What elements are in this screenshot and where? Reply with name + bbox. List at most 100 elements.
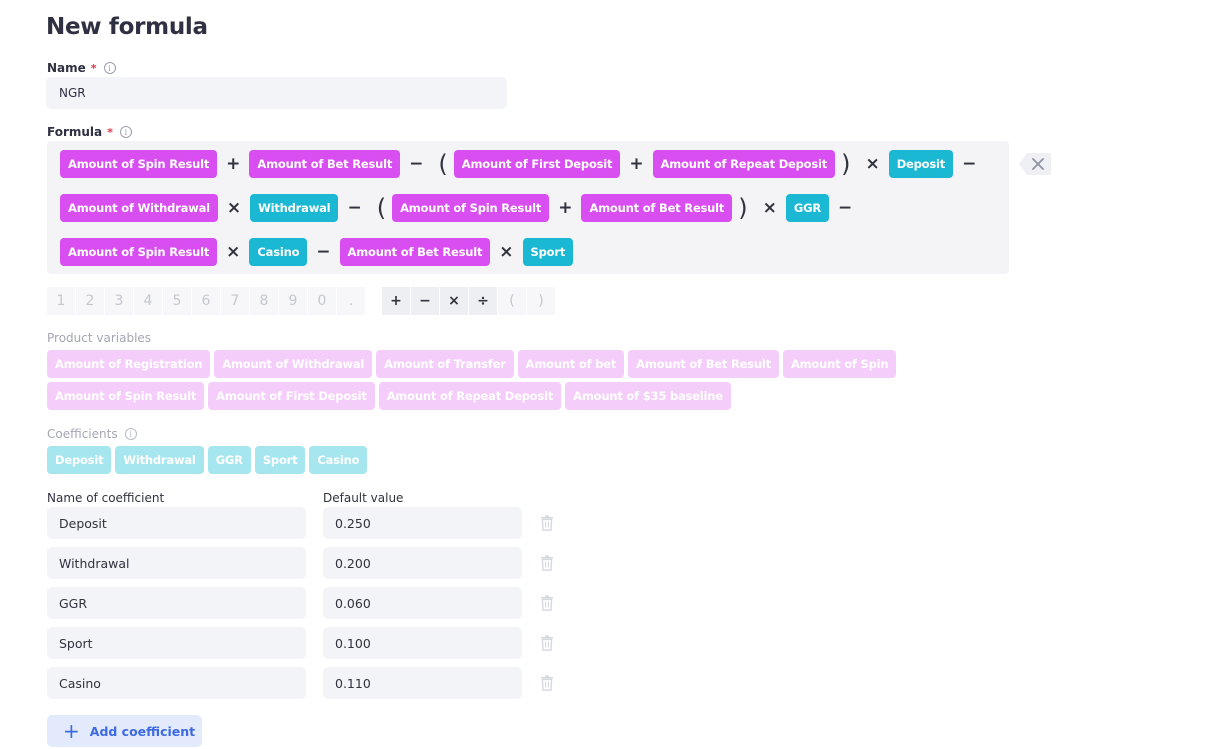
operator-token[interactable]: × [218,194,250,222]
variable-token[interactable]: Amount of Repeat Deposit [652,150,836,178]
coefficient-name-input[interactable] [47,627,306,659]
operator-key[interactable]: ÷ [469,287,498,315]
formula-label: Formula * i [47,125,132,139]
product-variable-chip[interactable]: Amount of Bet Result [628,350,779,378]
digit-keypad: 1234567890. [47,287,366,315]
coefficient-token[interactable]: Deposit [888,150,954,178]
formula-row: Amount of Spin Result + Amount of Bet Resu… [60,150,985,178]
digit-key[interactable]: 5 [163,287,192,315]
operator-token[interactable]: × [856,150,888,178]
paren-token[interactable]: ) [732,194,753,222]
delete-button[interactable] [540,595,554,611]
variable-token[interactable]: Amount of Withdrawal [60,194,218,222]
coefficient-name-input[interactable] [47,507,306,539]
variable-token[interactable]: Amount of Bet Result [249,150,401,178]
operator-key[interactable]: ( [498,287,527,315]
coefficient-name-input[interactable] [47,587,306,619]
coefficient-chip[interactable]: Withdrawal [115,446,204,474]
trash-icon [541,555,553,571]
coefficient-value-input[interactable] [323,507,522,539]
info-icon[interactable]: i [119,126,132,138]
operator-token[interactable]: × [490,238,522,266]
backspace-button[interactable] [1018,152,1051,176]
table-row [47,547,567,579]
delete-button[interactable] [540,635,554,651]
coefficient-value-input[interactable] [323,627,522,659]
variable-token[interactable]: Amount of Spin Result [392,194,550,222]
digit-key[interactable]: . [337,287,366,315]
product-variable-chip[interactable]: Amount of Registration [47,350,211,378]
product-variable-chip[interactable]: Amount of Transfer [376,350,514,378]
product-variable-chip[interactable]: Amount of Spin Result [47,382,205,410]
formula-label-text: Formula [47,125,103,139]
operator-token[interactable]: − [829,194,861,222]
variable-token[interactable]: Amount of Bet Result [339,238,491,266]
coefficient-chip[interactable]: Deposit [47,446,112,474]
operator-token[interactable]: + [217,150,249,178]
variable-token[interactable]: Amount of Bet Result [581,194,733,222]
formula-row: Amount of Withdrawal × Withdrawal −(Amount … [60,194,861,222]
product-variables-label-text: Product variables [47,331,152,345]
operator-key[interactable]: ) [527,287,556,315]
delete-button[interactable] [540,515,554,531]
info-icon[interactable]: i [124,428,137,440]
operator-token[interactable]: × [217,238,249,266]
coefficient-chip[interactable]: Casino [309,446,368,474]
operator-token[interactable]: − [953,150,985,178]
paren-token[interactable]: ( [432,150,453,178]
digit-key[interactable]: 6 [192,287,221,315]
product-variable-chip[interactable]: Amount of $35 baseline [565,382,731,410]
operator-token[interactable]: − [400,150,432,178]
digit-key[interactable]: 7 [221,287,250,315]
product-variable-chip[interactable]: Amount of First Deposit [208,382,375,410]
digit-key[interactable]: 1 [47,287,76,315]
product-variable-chip[interactable]: Amount of bet [517,350,625,378]
coefficient-value-input[interactable] [323,587,522,619]
trash-icon [541,515,553,531]
coefficient-token[interactable]: GGR [785,194,829,222]
digit-key[interactable]: 3 [105,287,134,315]
plus-icon: + [63,719,80,743]
product-variable-chip[interactable]: Amount of Withdrawal [214,350,373,378]
info-icon[interactable]: i [103,62,116,74]
product-variables-label: Product variables [47,331,151,345]
coefficient-token[interactable]: Withdrawal [250,194,339,222]
operator-token[interactable]: − [307,238,339,266]
digit-key[interactable]: 0 [308,287,337,315]
name-label: Name * i [47,61,116,75]
coefficients-list: Deposit Withdrawal GGR Sport Casino [47,446,547,474]
coefficient-value-input[interactable] [323,547,522,579]
coefficient-chip[interactable]: Sport [254,446,306,474]
operator-token[interactable]: − [338,194,370,222]
operator-token[interactable]: × [754,194,786,222]
operator-token[interactable]: + [620,150,652,178]
coefficient-name-input[interactable] [47,547,306,579]
variable-token[interactable]: Amount of First Deposit [453,150,621,178]
operator-key[interactable]: + [382,287,411,315]
coefficient-token[interactable]: Casino [249,238,308,266]
operator-key[interactable]: − [411,287,440,315]
operator-keypad: + − × ÷() [382,287,556,315]
required-mark: * [107,125,113,139]
coefficient-name-input[interactable] [47,667,306,699]
add-coefficient-button[interactable]: + Add coefficient [47,715,202,747]
digit-key[interactable]: 2 [76,287,105,315]
paren-token[interactable]: ( [371,194,392,222]
paren-token[interactable]: ) [835,150,856,178]
coefficient-value-input[interactable] [323,667,522,699]
product-variable-chip[interactable]: Amount of Spin [782,350,897,378]
name-input[interactable] [46,77,507,109]
formula-editor[interactable]: Amount of Spin Result + Amount of Bet Resu… [47,141,1009,274]
product-variable-chip[interactable]: Amount of Repeat Deposit [378,382,562,410]
delete-button[interactable] [540,675,554,691]
variable-token[interactable]: Amount of Spin Result [60,150,218,178]
operator-token[interactable]: + [549,194,581,222]
digit-key[interactable]: 4 [134,287,163,315]
delete-button[interactable] [540,555,554,571]
digit-key[interactable]: 8 [250,287,279,315]
coefficient-token[interactable]: Sport [522,238,574,266]
coefficient-chip[interactable]: GGR [207,446,251,474]
variable-token[interactable]: Amount of Spin Result [60,238,218,266]
digit-key[interactable]: 9 [279,287,308,315]
operator-key[interactable]: × [440,287,469,315]
